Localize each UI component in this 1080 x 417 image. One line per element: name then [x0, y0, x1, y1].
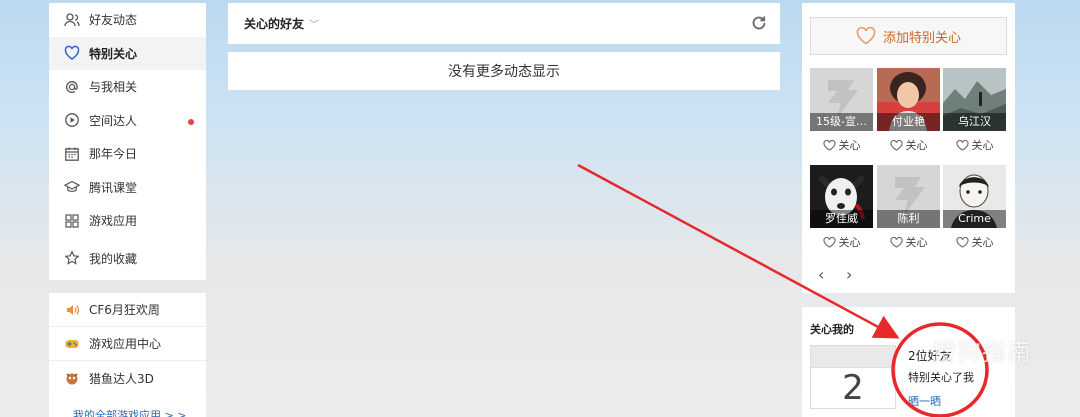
heart-care-icon — [822, 139, 836, 151]
nav-item-favorites[interactable]: 我的收藏 — [49, 242, 206, 276]
heart-icon — [63, 44, 81, 62]
friend-name: 罗佳威 — [810, 210, 873, 228]
watermark-logo: 搜狗指南 — [932, 338, 1032, 366]
apps-panel: CF6月狂欢周 游戏应用中心 猎鱼达人3D 我的全部游戏应用 > > — [49, 293, 206, 417]
nav-item-related-to-me[interactable]: 与我相关 — [49, 70, 206, 104]
left-nav: 好友动态 特别关心 与我相关 空间达人 那年今日 腾讯课堂 游戏应用 我的收藏 — [49, 3, 206, 280]
heart-care-icon — [955, 236, 969, 248]
friends-icon — [63, 11, 81, 29]
friend-avatar[interactable]: 乌江汉 — [943, 68, 1006, 131]
nav-label: 那年今日 — [89, 147, 138, 162]
friend-avatar[interactable]: 罗佳威 — [810, 165, 873, 228]
no-more-feed-message: 没有更多动态显示 — [228, 52, 780, 90]
friend-avatar[interactable]: 付业艳 — [877, 68, 940, 131]
next-page-icon[interactable]: › — [846, 265, 852, 284]
care-label: 关心 — [905, 236, 928, 249]
nav-item-friend-feed[interactable]: 好友动态 — [49, 3, 206, 37]
heart-outline-icon — [856, 27, 876, 45]
care-label: 关心 — [971, 139, 994, 152]
chevron-down-icon[interactable]: ﹀ — [309, 16, 319, 31]
heart-care-icon — [889, 236, 903, 248]
nav-label: 好友动态 — [89, 13, 138, 28]
apps-grid-icon — [63, 212, 81, 230]
friend-name: 乌江汉 — [943, 113, 1006, 131]
nav-label: 我的收藏 — [89, 251, 138, 266]
care-me-title: 关心我的 — [810, 323, 854, 336]
friend-card: Crime 关心 — [943, 165, 1006, 252]
feed-header: 关心的好友 ﹀ — [228, 3, 780, 44]
nav-label: 腾讯课堂 — [89, 180, 138, 195]
friend-name: Crime — [943, 210, 1006, 228]
app-label: CF6月狂欢周 — [89, 303, 160, 317]
friend-name: 陈利 — [877, 210, 940, 228]
app-label: 猎鱼达人3D — [89, 371, 154, 386]
calendar-bar — [811, 346, 895, 368]
friend-avatar[interactable]: 15级-宣… — [810, 68, 873, 131]
add-special-care-label: 添加特别关心 — [882, 30, 961, 46]
friend-card: 罗佳威 关心 — [810, 165, 873, 252]
game-character-icon — [63, 369, 81, 387]
app-label: 游戏应用中心 — [89, 337, 162, 351]
gamepad-icon — [63, 335, 81, 353]
calendar-count-icon: 2 — [810, 345, 896, 409]
friend-name: 15级-宣… — [810, 113, 873, 131]
speaker-icon — [63, 301, 81, 319]
care-label: 关心 — [905, 139, 928, 152]
heart-care-icon — [822, 236, 836, 248]
add-special-care-button[interactable]: 添加特别关心 — [810, 17, 1007, 55]
nav-item-tencent-classroom[interactable]: 腾讯课堂 — [49, 171, 206, 205]
care-label: 关心 — [971, 236, 994, 249]
calendar-icon — [63, 145, 81, 163]
friend-card: 付业艳 关心 — [877, 68, 940, 155]
nav-item-this-day[interactable]: 那年今日 — [49, 137, 206, 171]
app-item-cf[interactable]: CF6月狂欢周 — [49, 293, 206, 327]
heart-care-icon — [889, 139, 903, 151]
play-icon — [63, 111, 81, 129]
care-button[interactable]: 关心 — [943, 135, 1006, 155]
nav-item-space-expert[interactable]: 空间达人 — [49, 104, 206, 138]
nav-label: 与我相关 — [89, 80, 138, 95]
care-label: 关心 — [838, 236, 861, 249]
friend-avatar[interactable]: 陈利 — [877, 165, 940, 228]
feed-filter-title[interactable]: 关心的好友 — [244, 15, 304, 32]
care-button[interactable]: 关心 — [810, 135, 873, 155]
all-apps-link[interactable]: 我的全部游戏应用 > > — [49, 395, 206, 417]
star-icon — [63, 249, 81, 267]
friend-card: 乌江汉 关心 — [943, 68, 1006, 155]
at-icon — [63, 78, 81, 96]
prev-page-icon[interactable]: ‹ — [818, 265, 824, 284]
special-care-panel: 添加特别关心 15级-宣… 关心 付业艳 关心 乌江汉 关心 罗佳威 关心 陈利… — [802, 3, 1015, 293]
care-label: 关心 — [838, 139, 861, 152]
nav-label: 游戏应用 — [89, 214, 138, 229]
care-me-line2: 特别关心了我 — [908, 371, 974, 384]
friend-card: 15级-宣… 关心 — [810, 68, 873, 155]
friend-name: 付业艳 — [877, 113, 940, 131]
app-item-game-center[interactable]: 游戏应用中心 — [49, 327, 206, 361]
care-button[interactable]: 关心 — [877, 232, 940, 252]
care-button[interactable]: 关心 — [943, 232, 1006, 252]
friend-card: 陈利 关心 — [877, 165, 940, 252]
nav-item-games-apps[interactable]: 游戏应用 — [49, 204, 206, 238]
care-button[interactable]: 关心 — [877, 135, 940, 155]
refresh-icon[interactable] — [750, 14, 768, 32]
nav-label: 特别关心 — [89, 46, 138, 61]
care-count: 2 — [842, 368, 864, 408]
nav-item-special-care[interactable]: 特别关心 — [49, 36, 206, 70]
notification-dot — [188, 118, 194, 125]
graduation-icon — [63, 178, 81, 196]
share-link[interactable]: 晒一晒 — [908, 393, 941, 409]
app-item-fishing[interactable]: 猎鱼达人3D — [49, 361, 206, 395]
care-button[interactable]: 关心 — [810, 232, 873, 252]
heart-care-icon — [955, 139, 969, 151]
friend-avatar[interactable]: Crime — [943, 165, 1006, 228]
nav-label: 空间达人 — [89, 113, 138, 128]
